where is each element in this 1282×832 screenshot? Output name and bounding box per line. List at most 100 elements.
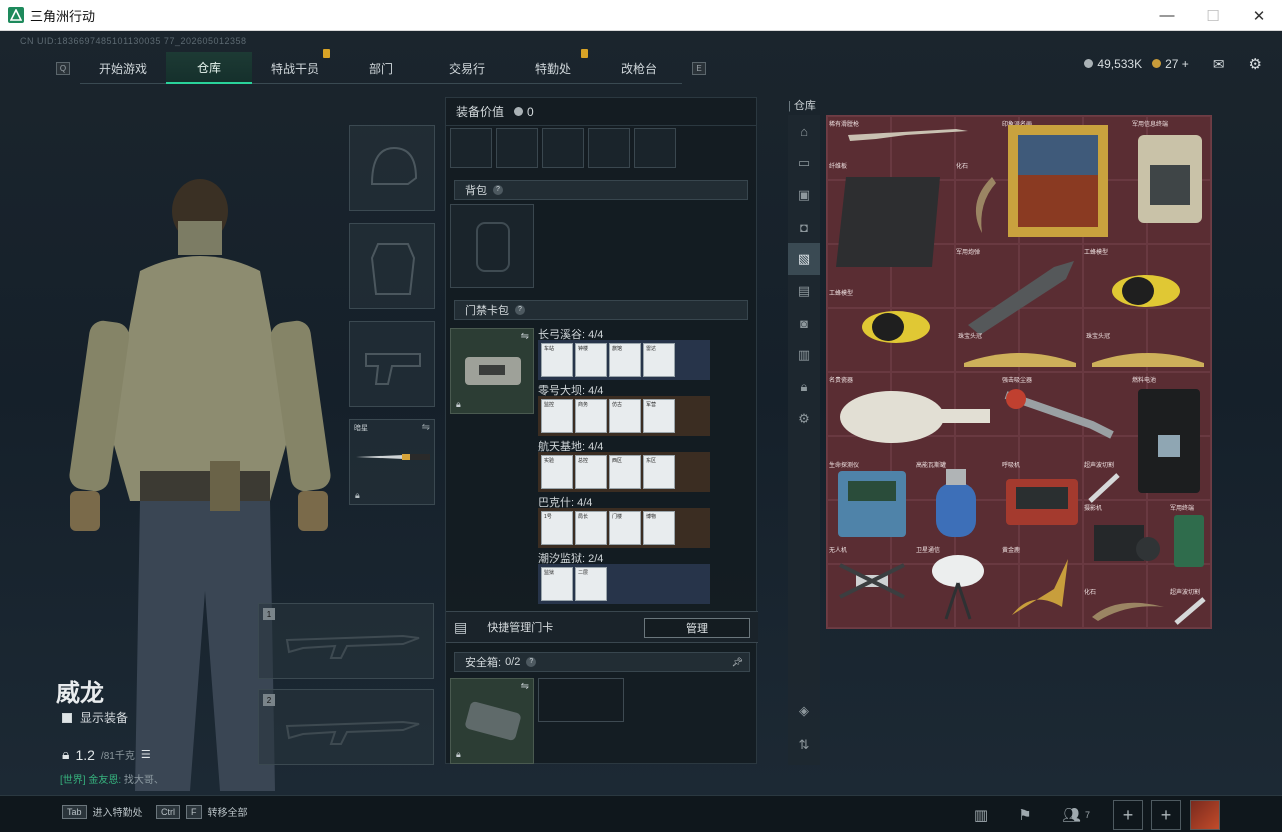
keycard[interactable]: 1号 <box>541 511 573 545</box>
safebox-slot[interactable]: ⇋ 🔒︎ <box>450 678 534 764</box>
layers-icon[interactable]: ◈ <box>788 695 820 727</box>
nav-prev-key[interactable]: Q <box>56 61 70 75</box>
close-button[interactable]: ✕ <box>1236 0 1282 31</box>
wasp-model-item[interactable] <box>1096 251 1196 331</box>
tab-start-game[interactable]: 开始游戏 <box>80 52 166 84</box>
fiberboard-item[interactable] <box>832 171 944 271</box>
maximize-button[interactable]: ☐ <box>1190 0 1236 31</box>
gas-tank-item[interactable] <box>926 465 986 541</box>
shell-item[interactable] <box>958 255 1082 337</box>
list-icon[interactable]: ☰ <box>141 748 151 761</box>
category-ammo-icon[interactable]: ▣ <box>788 179 820 211</box>
drone-item[interactable] <box>832 551 912 611</box>
tiara-item[interactable] <box>1088 339 1208 369</box>
swap-icon[interactable]: ⇋ <box>422 422 430 433</box>
category-collectibles-icon[interactable]: ▧ <box>788 243 820 275</box>
stats-chart-icon[interactable]: ▥ <box>966 802 996 828</box>
silver-currency[interactable]: 49,533K <box>1084 57 1142 71</box>
swap-icon[interactable]: ⇋ <box>521 331 529 342</box>
tab-department[interactable]: 部门 <box>338 52 424 84</box>
keycard[interactable]: 东区 <box>643 455 675 489</box>
help-icon[interactable]: ? <box>515 305 525 315</box>
pistol-slot[interactable] <box>349 321 435 407</box>
rig-slot[interactable] <box>542 128 584 168</box>
tab-gunsmith[interactable]: 改枪台 <box>596 52 682 84</box>
chat-line[interactable]: [世界] 金友恩: 找大哥、 <box>60 771 164 786</box>
tab-warehouse[interactable]: 仓库 <box>166 52 252 84</box>
keycard[interactable]: 军营 <box>643 399 675 433</box>
keycard[interactable]: 局长 <box>575 511 607 545</box>
add-squad-member-button[interactable]: + <box>1113 800 1143 830</box>
player-avatar[interactable] <box>1190 800 1220 830</box>
checkbox[interactable] <box>62 712 72 723</box>
life-detector-item[interactable] <box>834 465 910 541</box>
nav-next-key[interactable]: E <box>692 61 706 75</box>
category-all-icon[interactable]: ⌂ <box>788 115 820 147</box>
category-lock-icon[interactable]: 🔒︎ <box>788 371 820 403</box>
help-icon[interactable]: ? <box>526 657 537 667</box>
show-equipment-toggle[interactable]: 显示装备 <box>62 709 128 726</box>
safebox-storage-cell[interactable] <box>538 678 624 722</box>
swap-icon[interactable]: ⇋ <box>521 681 529 692</box>
vacuum-item[interactable] <box>1002 385 1118 445</box>
musket-item[interactable] <box>846 123 970 143</box>
keycard[interactable]: 车站 <box>541 343 573 377</box>
settings-gear-icon[interactable]: ⚙ <box>1249 55 1262 73</box>
transfer-all-hint[interactable]: Ctrl F 转移全部 <box>156 804 248 819</box>
primary-weapon-slot-1[interactable]: 1 <box>258 603 434 679</box>
enter-special-ops-hint[interactable]: Tab 进入特勤处 <box>62 804 143 819</box>
keycard[interactable]: 钟楼 <box>575 343 607 377</box>
wasp-model-item[interactable] <box>846 287 946 367</box>
backpack-slot[interactable] <box>450 204 534 288</box>
military-terminal-item[interactable] <box>1170 511 1208 571</box>
keycard[interactable]: 二层 <box>575 567 607 601</box>
tab-operators[interactable]: 特战干员 <box>252 49 338 84</box>
primary-weapon-slot-2[interactable]: 2 <box>258 689 434 765</box>
help-icon[interactable]: ? <box>493 185 503 195</box>
keycard[interactable]: 雷达 <box>643 343 675 377</box>
armor-slot[interactable] <box>349 223 435 309</box>
category-medical-icon[interactable]: ▤ <box>788 275 820 307</box>
friends-button[interactable]: 👥︎ 7 <box>1056 802 1096 828</box>
rig-slot[interactable] <box>496 128 538 168</box>
porcelain-vase-item[interactable] <box>832 381 996 451</box>
minimize-button[interactable]: — <box>1144 0 1190 31</box>
add-squad-member-button[interactable]: + <box>1151 800 1181 830</box>
ultrasonic-cutter-item[interactable] <box>1084 469 1124 505</box>
rig-slot[interactable] <box>588 128 630 168</box>
keycard[interactable]: 西区 <box>609 455 641 489</box>
category-settings-icon[interactable]: ⚙ <box>788 403 820 435</box>
pin-icon[interactable]: 📌︎ <box>732 657 743 668</box>
tab-trading[interactable]: 交易行 <box>424 52 510 84</box>
keycard[interactable]: 旅馆 <box>609 343 641 377</box>
keycard-case-slot[interactable]: ⇋ 🔒︎ <box>450 328 534 414</box>
helmet-slot[interactable] <box>349 125 435 211</box>
golden-deer-item[interactable] <box>1002 549 1078 623</box>
keycard[interactable]: 实验 <box>541 455 573 489</box>
keycard[interactable]: 博物 <box>643 511 675 545</box>
fossil-item[interactable] <box>1088 593 1168 623</box>
camera-item[interactable] <box>1084 509 1164 575</box>
melee-slot[interactable]: 暗星 ⇋ 🔒︎ <box>349 419 435 505</box>
keycard[interactable]: 监狱 <box>541 567 573 601</box>
flag-icon[interactable]: ⚑ <box>1010 802 1040 828</box>
sort-icon[interactable]: ⇅ <box>788 729 820 761</box>
mail-icon[interactable]: ✉ <box>1213 56 1225 73</box>
fuel-cell-item[interactable] <box>1132 385 1206 497</box>
category-misc-icon[interactable]: ▥ <box>788 339 820 371</box>
fossil-claw-item[interactable] <box>962 173 1002 237</box>
painting-item[interactable] <box>1004 121 1112 241</box>
ventilator-item[interactable] <box>1002 471 1082 531</box>
tiara-item[interactable] <box>960 339 1080 369</box>
keycard[interactable]: 总控 <box>575 455 607 489</box>
satellite-dish-item[interactable] <box>926 549 990 623</box>
category-weapon-icon[interactable]: ▭ <box>788 147 820 179</box>
rig-slot[interactable] <box>634 128 676 168</box>
category-keys-icon[interactable]: ◙ <box>788 307 820 339</box>
ultrasonic-cutter-item[interactable] <box>1170 593 1210 627</box>
tab-special-ops[interactable]: 特勤处 <box>510 49 596 84</box>
keycard[interactable]: 监控 <box>541 399 573 433</box>
keycard[interactable]: 商务 <box>575 399 607 433</box>
terminal-item[interactable] <box>1130 129 1208 229</box>
manage-button[interactable]: 管理 <box>644 618 750 638</box>
